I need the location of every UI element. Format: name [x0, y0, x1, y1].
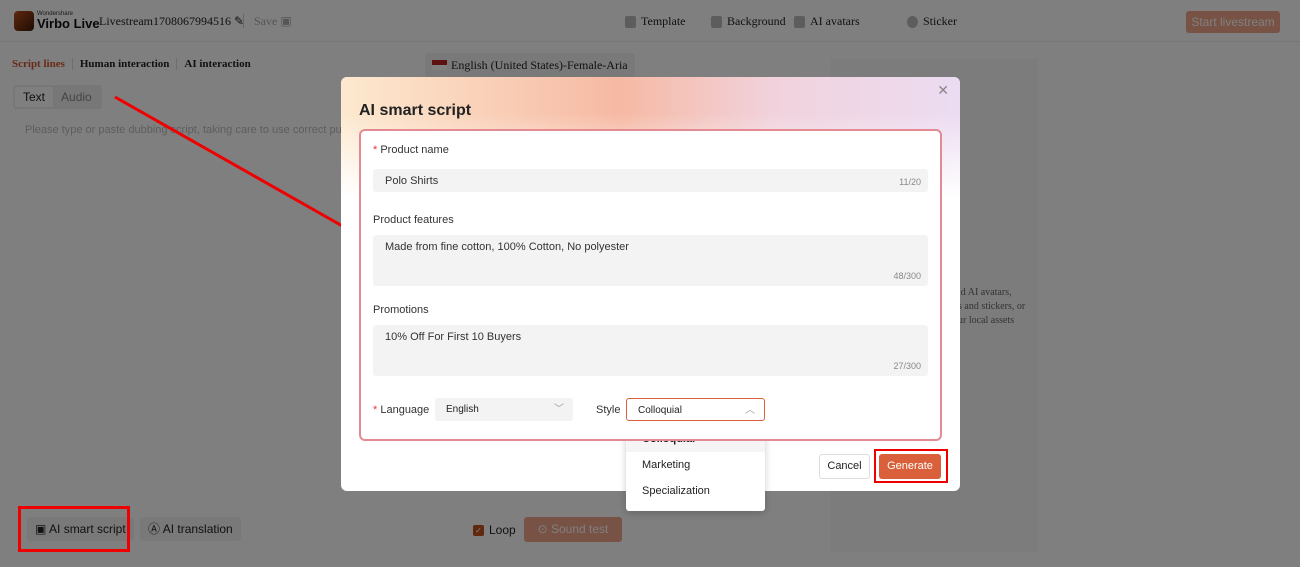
promotions-label: Promotions [373, 304, 429, 316]
style-select[interactable]: Colloquial ︿ [626, 398, 765, 421]
chevron-up-icon: ︿ [745, 405, 755, 416]
style-label: Style [596, 404, 621, 416]
cancel-button[interactable]: Cancel [819, 454, 870, 479]
close-icon[interactable]: ✕ [937, 82, 949, 99]
language-select[interactable]: English ﹀ [435, 398, 573, 421]
script-form: * Product name Polo Shirts 11/20 Product … [359, 129, 942, 441]
product-name-label: * Product name [373, 144, 449, 156]
language-label: * Language [373, 404, 430, 416]
product-features-label: Product features [373, 214, 454, 226]
ai-smart-script-dialog: AI smart script ✕ * Product name Polo Sh… [341, 77, 960, 491]
style-option-marketing[interactable]: Marketing [626, 452, 765, 478]
dialog-title: AI smart script [359, 102, 472, 119]
product-name-input[interactable]: Polo Shirts 11/20 [373, 169, 928, 192]
annotation-box-generate [874, 449, 948, 483]
promotions-input[interactable]: 10% Off For First 10 Buyers 27/300 [373, 325, 928, 376]
style-option-specialization[interactable]: Specialization [626, 478, 765, 504]
chevron-down-icon: ﹀ [554, 404, 564, 415]
product-features-input[interactable]: Made from fine cotton, 100% Cotton, No p… [373, 235, 928, 286]
